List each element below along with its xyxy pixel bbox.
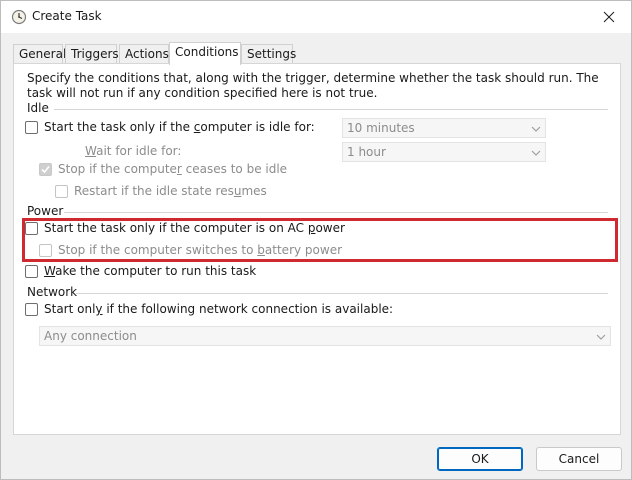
checkmark-icon [41,165,50,174]
close-icon [603,11,615,23]
stop-on-battery-label: Stop if the computer switches to battery… [58,243,343,257]
start-on-ac-label: Start the task only if the computer is o… [44,221,345,235]
idle-section-label: Idle [27,101,49,115]
tab-triggers[interactable]: Triggers [65,44,119,64]
stop-if-ceases-checkbox[interactable] [39,163,52,176]
start-if-network-label: Start only if the following network conn… [44,302,394,316]
network-connection-value: Any connection [44,329,137,343]
close-button[interactable] [587,1,631,33]
chevron-down-icon [596,334,606,340]
power-section-label: Power [27,204,64,218]
tab-settings[interactable]: Settings [241,44,296,64]
chevron-down-icon [531,150,541,156]
wake-to-run-label: Wake the computer to run this task [44,264,257,278]
power-separator [64,212,608,213]
wake-to-run-checkbox[interactable] [25,265,38,278]
title-bar: Create Task [1,1,631,33]
clock-icon [11,9,27,25]
tab-conditions[interactable]: Conditions [169,42,241,65]
create-task-window: Create Task General Triggers Actions Con… [0,0,632,480]
network-separator [76,293,608,294]
stop-if-ceases-label: Stop if the computer ceases to be idle [58,162,288,176]
cancel-button[interactable]: Cancel [536,447,622,471]
restart-if-resumes-label: Restart if the idle state resumes [74,184,267,198]
idle-separator [54,109,608,110]
wait-duration-value: 1 hour [347,145,386,159]
tab-general[interactable]: General [13,44,66,64]
wait-for-idle-label: Wait for idle for: [85,144,182,158]
start-if-idle-checkbox[interactable] [25,121,38,134]
window-title: Create Task [32,9,102,23]
start-if-network-checkbox[interactable] [25,303,38,316]
conditions-panel: Specify the conditions that, along with … [13,63,621,435]
restart-if-resumes-checkbox[interactable] [55,185,68,198]
network-connection-dropdown[interactable]: Any connection [39,326,611,346]
chevron-down-icon [531,126,541,132]
wait-duration-dropdown[interactable]: 1 hour [342,142,546,162]
idle-duration-value: 10 minutes [347,121,415,135]
ok-button[interactable]: OK [437,447,523,471]
network-section-label: Network [27,285,78,299]
stop-on-battery-checkbox[interactable] [39,244,52,257]
start-on-ac-checkbox[interactable] [25,222,38,235]
idle-duration-dropdown[interactable]: 10 minutes [342,118,546,138]
start-if-idle-label: Start the task only if the computer is i… [44,120,315,134]
conditions-description: Specify the conditions that, along with … [27,71,599,100]
tab-actions[interactable]: Actions [119,44,169,64]
